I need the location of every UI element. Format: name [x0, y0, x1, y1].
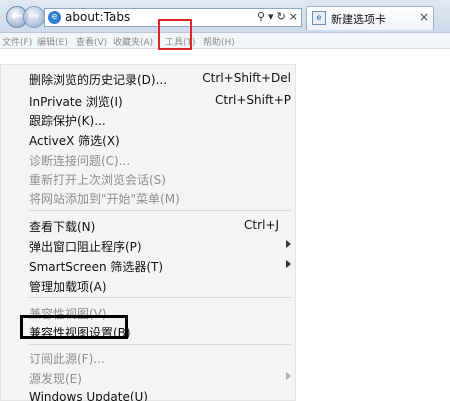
menu-item-windows-update[interactable]: Windows Update(U)	[29, 389, 291, 401]
tab-label: 新建选项卡	[331, 13, 386, 26]
menu-item-label: 弹出窗口阻止程序(P)	[29, 240, 142, 254]
menu-item-reopen-session: 重新打开上次浏览会话(S)	[29, 170, 291, 189]
menu-item-view-downloads[interactable]: 查看下载(N) Ctrl+J	[29, 217, 291, 236]
refresh-icon[interactable]: ↻	[277, 10, 286, 23]
browser-window: ← → e about:Tabs ⚲ ▾ ↻ × e 新建选项卡 × 文件(F) 编辑…	[0, 0, 450, 401]
menu-file[interactable]: 文件(F)	[2, 35, 32, 48]
menu-item-manage-addons[interactable]: 管理加载项(A)	[29, 277, 291, 296]
menu-bar: 文件(F) 编辑(E) 查看(V) 收藏夹(A) 工具(T) 帮助(H)	[0, 33, 450, 49]
menu-item-tracking-protection[interactable]: 跟踪保护(K)...	[29, 111, 291, 130]
menu-item-label: 查看下载(N)	[29, 220, 96, 234]
compat-settings-highlight-box	[20, 315, 128, 339]
menu-item-label: 诊断连接问题(C)...	[29, 154, 131, 168]
menu-item-popup-blocker[interactable]: 弹出窗口阻止程序(P)	[29, 237, 291, 256]
tools-highlight-box	[158, 19, 192, 50]
menu-view[interactable]: 查看(V)	[76, 35, 107, 48]
ie-page-icon: e	[48, 11, 61, 24]
menu-separator	[29, 210, 291, 211]
menu-item-label: InPrivate 浏览(I)	[29, 95, 123, 109]
forward-arrow-icon[interactable]: →	[23, 6, 45, 28]
menu-item-label: 管理加载项(A)	[29, 280, 107, 294]
menu-item-label: 跟踪保护(K)...	[29, 114, 106, 128]
address-text[interactable]: about:Tabs	[65, 10, 130, 24]
menu-item-label: 订阅此源(F)...	[29, 352, 105, 366]
menu-item-smartscreen[interactable]: SmartScreen 筛选器(T)	[29, 257, 291, 276]
menu-separator	[29, 297, 291, 298]
menu-item-label: SmartScreen 筛选器(T)	[29, 260, 164, 274]
address-actions: ⚲ ▾ ↻ ×	[254, 10, 298, 23]
search-icon[interactable]: ⚲	[257, 10, 265, 23]
menu-item-subscribe-feed: 订阅此源(F)...	[29, 349, 291, 368]
menu-item-delete-history[interactable]: 删除浏览的历史记录(D)... Ctrl+Shift+Del	[29, 70, 291, 89]
menu-item-label: Windows Update(U)	[29, 390, 148, 401]
menu-item-activex-filter[interactable]: ActiveX 筛选(X)	[29, 131, 291, 150]
menu-item-label: 源发现(E)	[29, 372, 82, 386]
menu-item-label: ActiveX 筛选(X)	[29, 134, 120, 148]
menu-edit[interactable]: 编辑(E)	[37, 35, 68, 48]
tools-dropdown-menu: 删除浏览的历史记录(D)... Ctrl+Shift+Del InPrivate…	[0, 64, 296, 401]
menu-item-add-to-start: 将网站添加到"开始"菜单(M)	[29, 189, 291, 208]
menu-item-shortcut: Ctrl+Shift+P	[215, 93, 291, 107]
submenu-arrow-icon	[286, 240, 291, 248]
close-icon[interactable]: ×	[289, 10, 298, 23]
menu-item-inprivate[interactable]: InPrivate 浏览(I) Ctrl+Shift+P	[29, 92, 291, 111]
menu-item-label: 重新打开上次浏览会话(S)	[29, 173, 166, 187]
menu-item-feed-discovery: 源发现(E)	[29, 369, 291, 388]
dropdown-icon[interactable]: ▾	[268, 10, 274, 23]
new-tab-icon: e	[312, 11, 326, 25]
submenu-arrow-icon	[286, 372, 291, 380]
menu-favorites[interactable]: 收藏夹(A)	[113, 35, 153, 48]
menu-item-label: 删除浏览的历史记录(D)...	[29, 73, 168, 87]
browser-toolbar: ← → e about:Tabs ⚲ ▾ ↻ × e 新建选项卡 ×	[0, 0, 450, 33]
menu-item-shortcut: Ctrl+J	[244, 218, 279, 232]
menu-help[interactable]: 帮助(H)	[203, 35, 235, 48]
tab-close-icon[interactable]: ×	[419, 10, 429, 24]
menu-separator	[29, 344, 291, 345]
submenu-arrow-icon	[286, 260, 291, 268]
tab-new[interactable]: e 新建选项卡 ×	[306, 6, 434, 30]
menu-item-diagnose: 诊断连接问题(C)...	[29, 151, 291, 170]
menu-item-shortcut: Ctrl+Shift+Del	[202, 71, 291, 85]
menu-item-label: 将网站添加到"开始"菜单(M)	[29, 192, 180, 206]
